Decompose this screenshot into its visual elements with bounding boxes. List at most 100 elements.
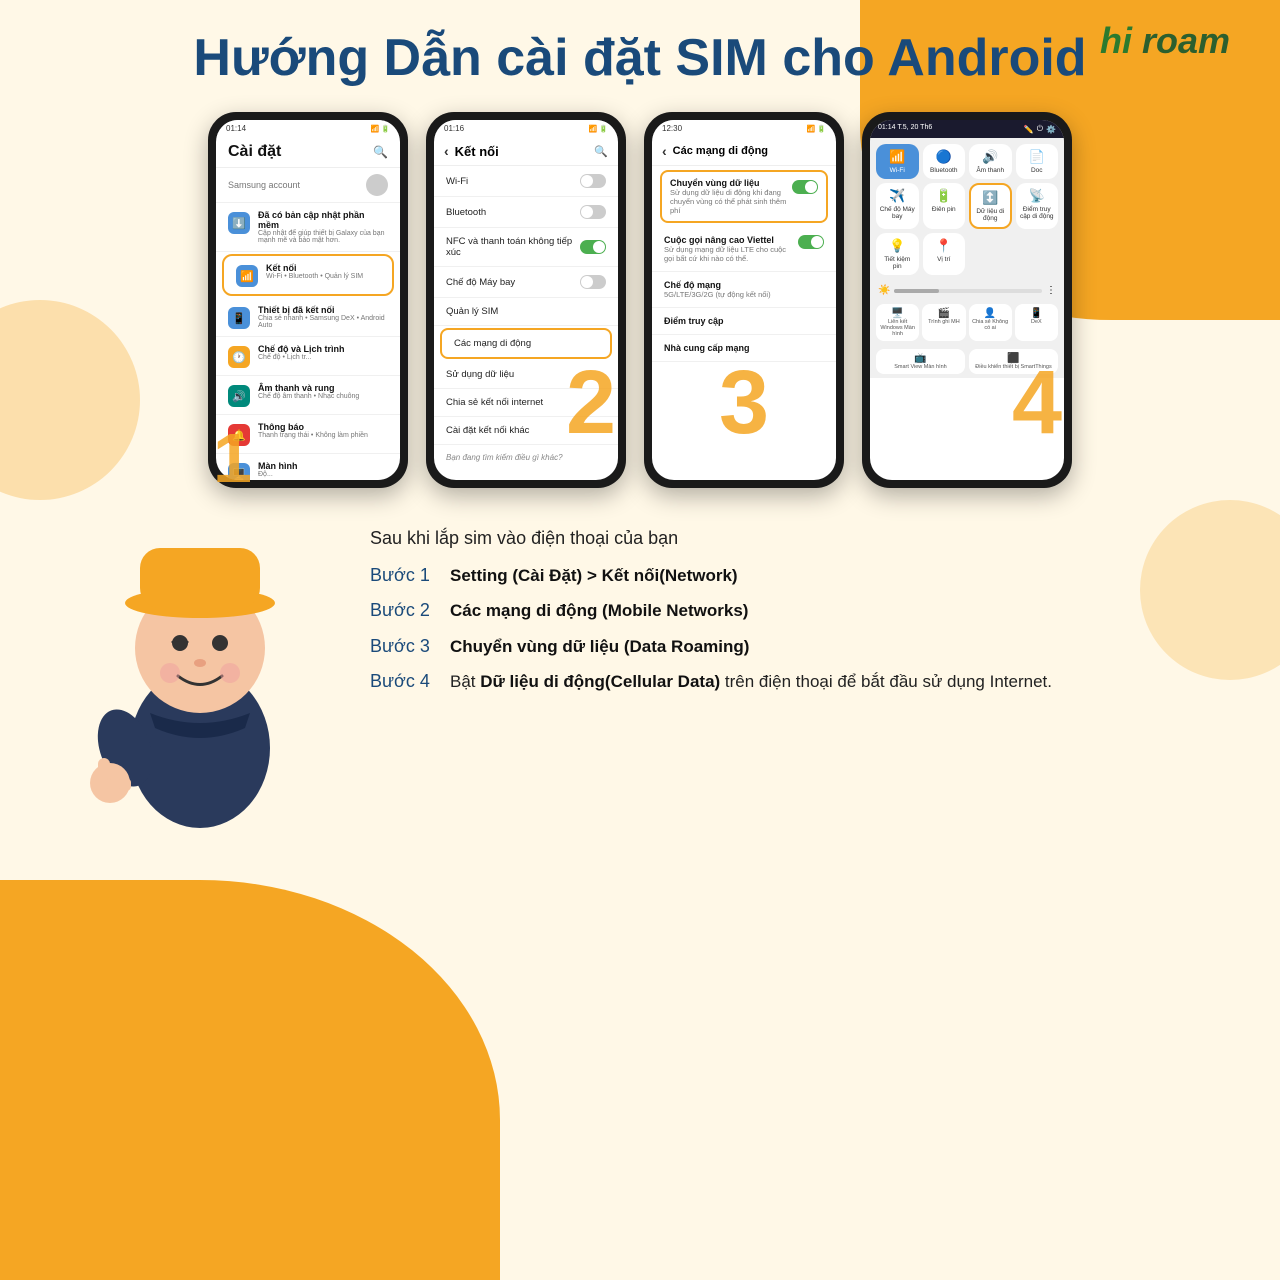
hotspot-quick-label: Điểm truy cập di động: [1020, 206, 1054, 220]
battery-quick-tile[interactable]: 🔋 Điên pin: [923, 183, 966, 229]
wifi-item[interactable]: Wi-Fi: [434, 166, 618, 197]
airplane-quick-tile[interactable]: ✈️ Chế độ Máy bay: [876, 183, 919, 229]
doc-quick-icon: 📄: [1019, 149, 1056, 165]
diem-truy-cap-item[interactable]: Điểm truy cập: [652, 308, 836, 335]
cuoc-goi-toggle[interactable]: [798, 235, 824, 249]
software-subtitle: Cập nhật để giúp thiết bị Galaxy của bạn…: [258, 230, 388, 244]
bluetooth-quick-tile[interactable]: 🔵 Bluetooth: [923, 144, 966, 179]
quan-ly-sim-item[interactable]: Quản lý SIM: [434, 298, 618, 326]
che-do-item[interactable]: 🕐 Chế độ và Lịch trình Chế độ • Lịch tr.…: [216, 337, 400, 376]
phone-3-time: 12:30: [662, 124, 682, 133]
man-hinh-title: Màn hình: [258, 461, 388, 471]
dex-tile[interactable]: 📱 DeX: [1015, 304, 1058, 341]
back-arrow-3[interactable]: ‹: [662, 143, 667, 159]
che-do-mang-item[interactable]: Chế độ mạng 5G/LTE/3G/2G (tự động kết nố…: [652, 272, 836, 308]
cuoc-goi-item[interactable]: Cuộc gọi nâng cao Viettel Sử dụng mạng d…: [652, 227, 836, 272]
location-quick-tile[interactable]: 📍 Vị trí: [923, 233, 966, 275]
ket-noi-item[interactable]: 📶 Kết nối Wi-Fi • Bluetooth • Quản lý SI…: [222, 254, 394, 296]
brand-logo: hi roam: [1100, 20, 1230, 62]
smart-view-tile[interactable]: 📺 Smart View Màn hình: [876, 349, 965, 374]
wifi-quick-tile[interactable]: 📶 Wi-Fi: [876, 144, 919, 179]
hotspot-quick-icon: 📡: [1019, 188, 1056, 204]
su-dung-du-lieu-label: Sử dụng dữ liệu: [446, 369, 514, 380]
wifi-quick-icon: 📶: [879, 149, 916, 165]
ket-noi-screen-title: Kết nối: [455, 144, 499, 159]
airplane-quick-label: Chế độ Máy bay: [880, 206, 915, 220]
brightness-bar[interactable]: [894, 289, 1042, 293]
step-2-label: Bước 2: [370, 598, 450, 623]
airplane-label: Chế độ Máy bay: [446, 277, 515, 288]
chuyen-vung-item[interactable]: Chuyển vùng dữ liệu Sử dụng dữ liệu di đ…: [660, 170, 828, 223]
screen-record-tile[interactable]: 🎬 Trình ghi MH: [922, 304, 965, 341]
wifi-quick-label: Wi-Fi: [890, 167, 905, 174]
phone-3-status: 12:30 📶🔋: [652, 120, 836, 137]
che-do-icon: 🕐: [228, 346, 250, 368]
am-thanh-icon: 🔊: [228, 385, 250, 407]
hotspot-quick-tile[interactable]: 📡 Điểm truy cập di động: [1016, 183, 1059, 229]
bluetooth-item[interactable]: Bluetooth: [434, 197, 618, 228]
thiet-bi-item[interactable]: 📱 Thiết bị đã kết nối Chia sẻ nhanh • Sa…: [216, 298, 400, 337]
am-thanh-item[interactable]: 🔊 Âm thanh và rung Chế độ âm thanh • Nhạ…: [216, 376, 400, 415]
phone-1-status: 01:14 📶🔋: [216, 120, 400, 137]
step-3-content: Chuyển vùng dữ liệu (Data Roaming): [450, 635, 1220, 659]
windows-link-tile[interactable]: 🖥️ Liên kết Windows Màn hình: [876, 304, 919, 341]
step-2-content: Các mạng di động (Mobile Networks): [450, 599, 1220, 623]
quick-status-icons: ✏️ ⏻ ⚙️: [1024, 124, 1056, 134]
back-arrow-icon[interactable]: ‹: [444, 143, 449, 159]
bluetooth-toggle[interactable]: [580, 205, 606, 219]
software-text: Đã có bản cập nhật phần mềm Cập nhật để …: [258, 210, 388, 244]
instructions-section: Sau khi lắp sim vào điện thoại của bạn B…: [40, 508, 1240, 838]
dex-icon: 📱: [1017, 308, 1056, 319]
quick-time: 01:14 T.5, 20 Th6: [878, 124, 932, 134]
search-icon[interactable]: 🔍: [373, 145, 388, 159]
am-thanh-subtitle: Chế độ âm thanh • Nhạc chuông: [258, 393, 388, 400]
nfc-label: NFC và thanh toán không tiếp xúc: [446, 236, 576, 258]
step-row-3: Bước 3 Chuyển vùng dữ liệu (Data Roaming…: [370, 634, 1220, 659]
page-title: Hướng Dẫn cài đặt SIM cho Android: [40, 30, 1240, 87]
cac-mang-header: ‹ Các mạng di động: [652, 137, 836, 166]
nha-cung-cap-title: Nhà cung cấp mạng: [664, 343, 824, 353]
mobile-data-quick-tile[interactable]: ↕️ Dữ liệu di động: [969, 183, 1012, 229]
cuoc-goi-title: Cuộc gọi nâng cao Viettel: [664, 235, 798, 245]
phone-2-icons: 📶🔋: [589, 125, 608, 133]
bluetooth-quick-label: Bluetooth: [930, 167, 957, 174]
samsung-account-row[interactable]: Samsung account: [216, 168, 400, 203]
step-4-number: 4: [1012, 358, 1062, 448]
phone-1-status-icons: 📶🔋: [371, 125, 390, 133]
search-icon-2[interactable]: 🔍: [594, 145, 608, 158]
bluetooth-quick-icon: 🔵: [926, 149, 963, 165]
bluetooth-label: Bluetooth: [446, 207, 486, 218]
save-battery-quick-tile[interactable]: 💡 Tiết kiệm pin: [876, 233, 919, 275]
che-do-mang-title: Chế độ mạng: [664, 280, 824, 290]
intro-text: Sau khi lắp sim vào điện thoại của bạn: [370, 528, 1220, 549]
step-row-1: Bước 1 Setting (Cài Đặt) > Kết nối(Netwo…: [370, 563, 1220, 588]
quick-tiles-grid: 📶 Wi-Fi 🔵 Bluetooth 🔊 Âm thanh 📄 Doc: [870, 138, 1064, 281]
windows-link-icon: 🖥️: [878, 308, 917, 319]
sound-quick-tile[interactable]: 🔊 Âm thanh: [969, 144, 1012, 179]
airplane-item[interactable]: Chế độ Máy bay: [434, 267, 618, 298]
che-do-text: Chế độ và Lịch trình Chế độ • Lịch tr...: [258, 344, 388, 361]
chuyen-vung-toggle[interactable]: [792, 180, 818, 194]
phone-2: 01:16 📶🔋 ‹ Kết nối 🔍 Wi-Fi Bluetooth: [426, 112, 626, 488]
diem-truy-cap-title: Điểm truy cập: [664, 316, 824, 326]
doc-quick-label: Doc: [1031, 167, 1043, 174]
phone-4: 01:14 T.5, 20 Th6 ✏️ ⏻ ⚙️ 📶 Wi-Fi 🔵: [862, 112, 1072, 488]
doc-quick-tile[interactable]: 📄 Doc: [1016, 144, 1059, 179]
nfc-toggle[interactable]: [580, 240, 606, 254]
brand-hi: hi: [1100, 20, 1132, 61]
more-icon[interactable]: ⋮: [1046, 285, 1056, 296]
step-4-content: Bật Dữ liệu di động(Cellular Data) trên …: [450, 670, 1220, 694]
sound-quick-label: Âm thanh: [976, 167, 1004, 174]
airplane-toggle[interactable]: [580, 275, 606, 289]
chuyen-vung-text: Chuyển vùng dữ liệu Sử dụng dữ liệu di đ…: [670, 178, 792, 215]
edit-icon: ✏️: [1024, 125, 1034, 134]
share-tile[interactable]: 👤 Chia sẻ Không có ai: [969, 304, 1012, 341]
location-quick-label: Vị trí: [937, 256, 950, 263]
wifi-label: Wi-Fi: [446, 176, 468, 187]
software-update-item[interactable]: ⬇️ Đã có bản cập nhật phần mềm Cập nhật …: [216, 203, 400, 252]
ket-noi-icon: 📶: [236, 265, 258, 287]
wifi-toggle[interactable]: [580, 174, 606, 188]
brightness-icon: ☀️: [878, 285, 890, 296]
nfc-item[interactable]: NFC và thanh toán không tiếp xúc: [434, 228, 618, 267]
screen-record-label: Trình ghi MH: [928, 319, 960, 325]
